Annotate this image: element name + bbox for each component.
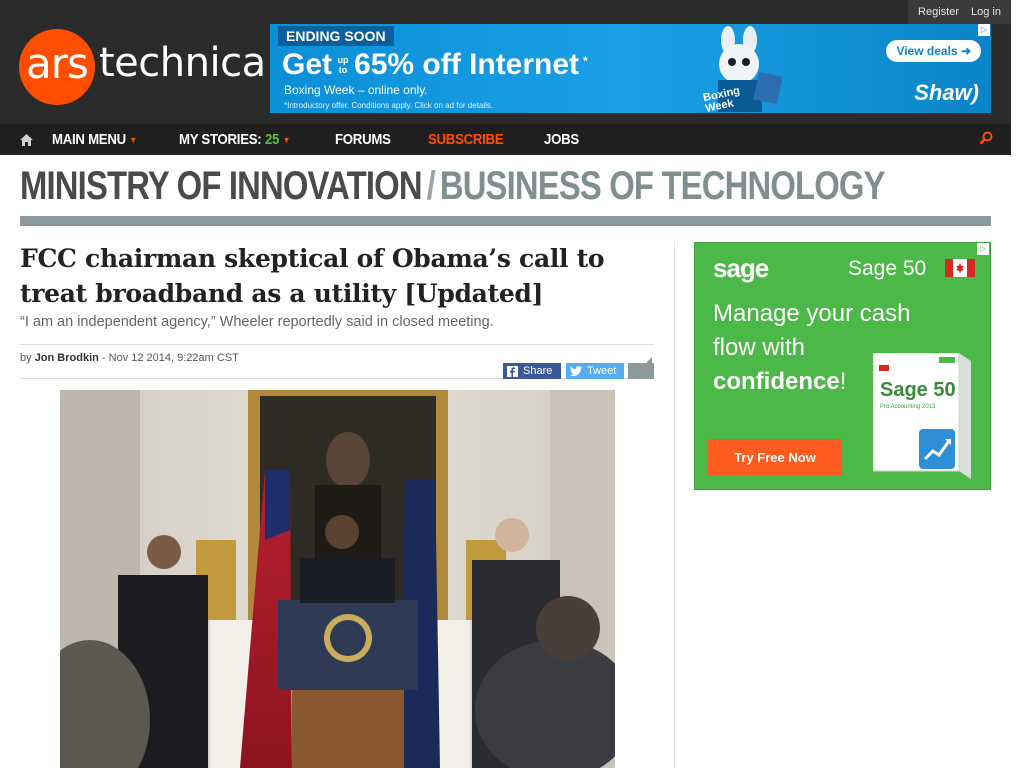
twitter-icon <box>570 366 582 376</box>
facebook-icon <box>507 365 518 377</box>
article-date: - Nov 12 2014, 9:22am CST <box>98 352 239 364</box>
nav-jobs-label: JOBS <box>543 131 579 148</box>
adchoices-icon[interactable]: ▷ <box>977 243 989 255</box>
nav-main-menu-label: MAIN MENU <box>52 131 126 148</box>
ad-subline: Boxing Week – online only. <box>284 83 428 97</box>
side-ad[interactable]: sage Sage 50 Manage your cash flow with … <box>694 242 991 490</box>
try-free-now-button[interactable]: Try Free Now <box>708 439 842 475</box>
view-deals-button[interactable]: View deals ➜ <box>886 40 981 62</box>
nav-forums-label: FORUMS <box>334 131 391 148</box>
ad-brand: Shaw) <box>914 80 979 105</box>
main-nav: MAIN MENU ▼ MY STORIES: 25 ▼ FORUMS SUBS… <box>0 124 1011 155</box>
article-photo[interactable] <box>60 390 615 768</box>
chevron-down-icon: ▼ <box>282 134 290 145</box>
nav-home[interactable] <box>0 124 52 155</box>
home-icon <box>19 133 33 146</box>
facebook-share-label: Share <box>523 365 553 377</box>
chevron-down-icon: ▼ <box>129 134 137 145</box>
site-logo[interactable]: ars technica <box>19 29 266 105</box>
comment-icon[interactable] <box>628 357 654 379</box>
ad-headline: Get up to 65% off Internet * <box>282 48 588 82</box>
stories-count: 25 <box>264 131 279 148</box>
nav-forums[interactable]: FORUMS <box>335 131 391 148</box>
sage-product-name: Sage 50 <box>848 257 927 280</box>
view-deals-label: View deals <box>896 44 958 58</box>
article-dek: “I am an independent agency,” Wheeler re… <box>20 314 494 330</box>
logo-wordmark: technica <box>99 40 266 86</box>
ad-offer: 65% off Internet <box>354 48 580 81</box>
divider <box>20 344 654 345</box>
article-headline: FCC chairman skeptical of Obama’s call t… <box>20 244 605 308</box>
nav-subscribe-label: SUBSCRIBE <box>428 131 504 148</box>
nav-my-stories-label: MY STORIES: <box>178 131 262 148</box>
ad-get: Get <box>282 48 333 81</box>
register-link[interactable]: Register <box>918 6 959 18</box>
product-box-illustration <box>873 353 971 479</box>
section-secondary-link[interactable]: BUSINESS OF TECHNOLOGY <box>440 164 886 208</box>
ad-ending-soon: ENDING SOON <box>278 26 394 46</box>
nav-my-stories[interactable]: MY STORIES: 25 ▼ <box>179 131 290 148</box>
ad-up-to: up to <box>337 55 349 75</box>
sage-box-subtitle: Pro Accounting 2013 <box>880 404 936 410</box>
twitter-share-label: Tweet <box>587 365 617 377</box>
facebook-share-button[interactable]: Share <box>503 363 561 379</box>
byline-by: by <box>20 352 32 364</box>
ad-asterisk: * <box>583 54 588 68</box>
masthead: Register Log in ars technica ENDING SOON… <box>0 0 1011 124</box>
sage-copy-emphasis: confidence <box>713 368 840 395</box>
sage-copy-line: Manage your cash flow with <box>713 300 911 361</box>
chevron-right-icon: ➜ <box>960 44 971 58</box>
section-rule <box>20 216 991 226</box>
twitter-share-button[interactable]: Tweet <box>566 363 624 379</box>
byline: by Jon Brodkin - Nov 12 2014, 9:22am CST <box>20 352 239 364</box>
banner-ad[interactable]: ENDING SOON Get up to 65% off Internet * … <box>270 24 991 113</box>
sage-box-title: Sage 50 <box>880 379 956 401</box>
logo-mark: ars <box>19 29 95 105</box>
adchoices-icon[interactable]: ▷ <box>978 24 990 36</box>
canada-flag-icon <box>945 259 975 277</box>
author-link[interactable]: Jon Brodkin <box>35 352 99 364</box>
section-title: MINISTRY OF INNOVATION / BUSINESS OF TECHN… <box>20 164 885 209</box>
column-divider <box>674 241 675 768</box>
nav-main-menu[interactable]: MAIN MENU ▼ <box>52 131 137 148</box>
section-separator: / <box>426 164 436 208</box>
nav-jobs[interactable]: JOBS <box>544 131 579 148</box>
sage-copy-end: ! <box>839 368 847 395</box>
search-icon[interactable] <box>979 131 993 145</box>
nav-subscribe[interactable]: SUBSCRIBE <box>428 131 504 148</box>
ad-fine-print: *Introductory offer. Conditions apply. C… <box>284 101 494 110</box>
section-primary-link[interactable]: MINISTRY OF INNOVATION <box>20 164 423 208</box>
sage-logo: sage <box>713 253 769 283</box>
account-links: Register Log in <box>908 0 1011 24</box>
login-link[interactable]: Log in <box>971 6 1001 18</box>
